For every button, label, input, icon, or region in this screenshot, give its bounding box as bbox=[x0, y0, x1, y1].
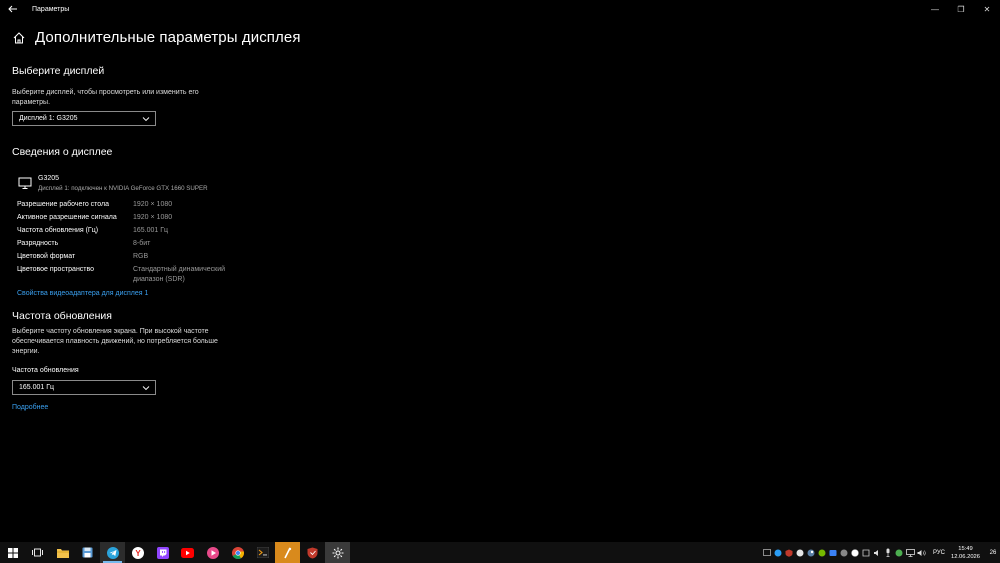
info-row: Активное разрешение сигнала 1920 × 1080 bbox=[17, 213, 243, 226]
close-button[interactable]: ✕ bbox=[974, 0, 1000, 18]
home-icon[interactable] bbox=[12, 31, 26, 45]
info-key: Разрядность bbox=[17, 240, 59, 247]
chevron-down-icon bbox=[142, 385, 150, 390]
start-icon[interactable] bbox=[0, 542, 25, 563]
minimize-button[interactable]: — bbox=[922, 0, 948, 18]
info-value: 165.001 Гц bbox=[133, 227, 169, 234]
refresh-label: Частота обновления bbox=[12, 367, 79, 374]
display-select-value: Дисплей 1: G3205 bbox=[19, 115, 78, 122]
tray-app-icon[interactable] bbox=[773, 542, 784, 563]
clock[interactable]: 15:49 12.06.2026 bbox=[951, 545, 980, 561]
refresh-heading: Частота обновления bbox=[12, 310, 112, 322]
tray-app-icon[interactable] bbox=[839, 542, 850, 563]
tray-app-icon[interactable] bbox=[784, 542, 795, 563]
twitch-icon[interactable] bbox=[150, 542, 175, 563]
info-row: Разрешение рабочего стола 1920 × 1080 bbox=[17, 200, 243, 213]
telegram-icon[interactable] bbox=[100, 542, 125, 563]
display-info-heading: Сведения о дисплее bbox=[12, 146, 113, 158]
microphone-icon[interactable] bbox=[883, 542, 894, 563]
info-value: RGB bbox=[133, 253, 149, 260]
save-icon[interactable] bbox=[75, 542, 100, 563]
info-key: Активное разрешение сигнала bbox=[17, 214, 117, 221]
info-value: 8-бит bbox=[133, 240, 151, 247]
speaker-icon[interactable] bbox=[872, 542, 883, 563]
info-value: 1920 × 1080 bbox=[133, 214, 173, 221]
back-arrow-icon[interactable] bbox=[0, 0, 26, 18]
monitor-connection: Дисплей 1: подключен к NVIDIA GeForce GT… bbox=[38, 185, 208, 192]
notification-count: 26 bbox=[989, 549, 997, 556]
refresh-description: Выберите частоту обновления экрана. При … bbox=[12, 328, 218, 355]
info-row: Разрядность 8-бит bbox=[17, 239, 243, 252]
antivirus-icon[interactable] bbox=[300, 542, 325, 563]
info-row: Цветовое пространство Стандартный динами… bbox=[17, 265, 243, 289]
tray-app-icon[interactable] bbox=[861, 542, 872, 563]
volume-icon[interactable] bbox=[916, 542, 927, 563]
info-row: Цветовой формат RGB bbox=[17, 252, 243, 265]
photo-editor-icon[interactable] bbox=[275, 542, 300, 563]
display-select[interactable]: Дисплей 1: G3205 bbox=[12, 111, 156, 126]
task-view-icon[interactable] bbox=[25, 542, 50, 563]
info-value: Стандартный динамический диапазон (SDR) bbox=[133, 266, 226, 283]
yandex-browser-icon[interactable]: Y bbox=[125, 542, 150, 563]
choose-display-heading: Выберите дисплей bbox=[12, 65, 105, 77]
info-row: Частота обновления (Гц) 165.001 Гц bbox=[17, 226, 243, 239]
video-player-icon[interactable] bbox=[200, 542, 225, 563]
tray-app-icon[interactable] bbox=[894, 542, 905, 563]
page-title: Дополнительные параметры дисплея bbox=[35, 29, 301, 46]
monitor-name: G3205 bbox=[38, 175, 60, 182]
page-header: Дополнительные параметры дисплея bbox=[12, 29, 301, 46]
monitor-summary: G3205 Дисплей 1: подключен к NVIDIA GeFo… bbox=[18, 174, 208, 193]
network-icon[interactable] bbox=[905, 542, 916, 563]
display-info-table: Разрешение рабочего стола 1920 × 1080 Ак… bbox=[17, 200, 243, 289]
info-key: Цветовое пространство bbox=[17, 266, 95, 273]
language-indicator[interactable]: РУС bbox=[933, 550, 945, 556]
choose-display-description: Выберите дисплей, чтобы просмотреть или … bbox=[12, 89, 199, 106]
settings-icon[interactable] bbox=[325, 542, 350, 563]
tray-app-icon[interactable] bbox=[828, 542, 839, 563]
tray-app-icon[interactable] bbox=[762, 542, 773, 563]
window-controls: — ❐ ✕ bbox=[922, 0, 1000, 18]
refresh-rate-value: 165.001 Гц bbox=[19, 384, 55, 391]
notification-center-icon[interactable]: 26 bbox=[986, 542, 1000, 563]
clock-time: 15:49 bbox=[958, 545, 973, 552]
svg-text:Y: Y bbox=[135, 549, 141, 558]
title-bar: Параметры — ❐ ✕ bbox=[0, 0, 1000, 18]
chevron-down-icon bbox=[142, 116, 150, 121]
window-title: Параметры bbox=[32, 5, 70, 13]
info-key: Цветовой формат bbox=[17, 253, 76, 260]
youtube-icon[interactable] bbox=[175, 542, 200, 563]
terminal-icon[interactable] bbox=[250, 542, 275, 563]
info-key: Разрешение рабочего стола bbox=[17, 201, 110, 208]
info-value: 1920 × 1080 bbox=[133, 201, 173, 208]
tray-app-icon[interactable] bbox=[850, 542, 861, 563]
adapter-properties-link[interactable]: Свойства видеоадаптера для дисплея 1 bbox=[17, 290, 148, 297]
system-tray: РУС 15:49 12.06.2026 26 bbox=[762, 542, 1000, 563]
clock-date: 12.06.2026 bbox=[950, 553, 980, 560]
refresh-rate-select[interactable]: 165.001 Гц bbox=[12, 380, 156, 395]
monitor-icon bbox=[18, 177, 32, 189]
chrome-icon[interactable] bbox=[225, 542, 250, 563]
restore-button[interactable]: ❐ bbox=[948, 0, 974, 18]
file-explorer-icon[interactable] bbox=[50, 542, 75, 563]
learn-more-link[interactable]: Подробнее bbox=[12, 404, 48, 411]
tray-app-icon[interactable] bbox=[795, 542, 806, 563]
info-key: Частота обновления (Гц) bbox=[17, 227, 99, 234]
taskbar: Y РУС 15:49 12.06.2026 26 bbox=[0, 542, 1000, 563]
tray-app-icon[interactable] bbox=[817, 542, 828, 563]
steam-icon[interactable] bbox=[806, 542, 817, 563]
